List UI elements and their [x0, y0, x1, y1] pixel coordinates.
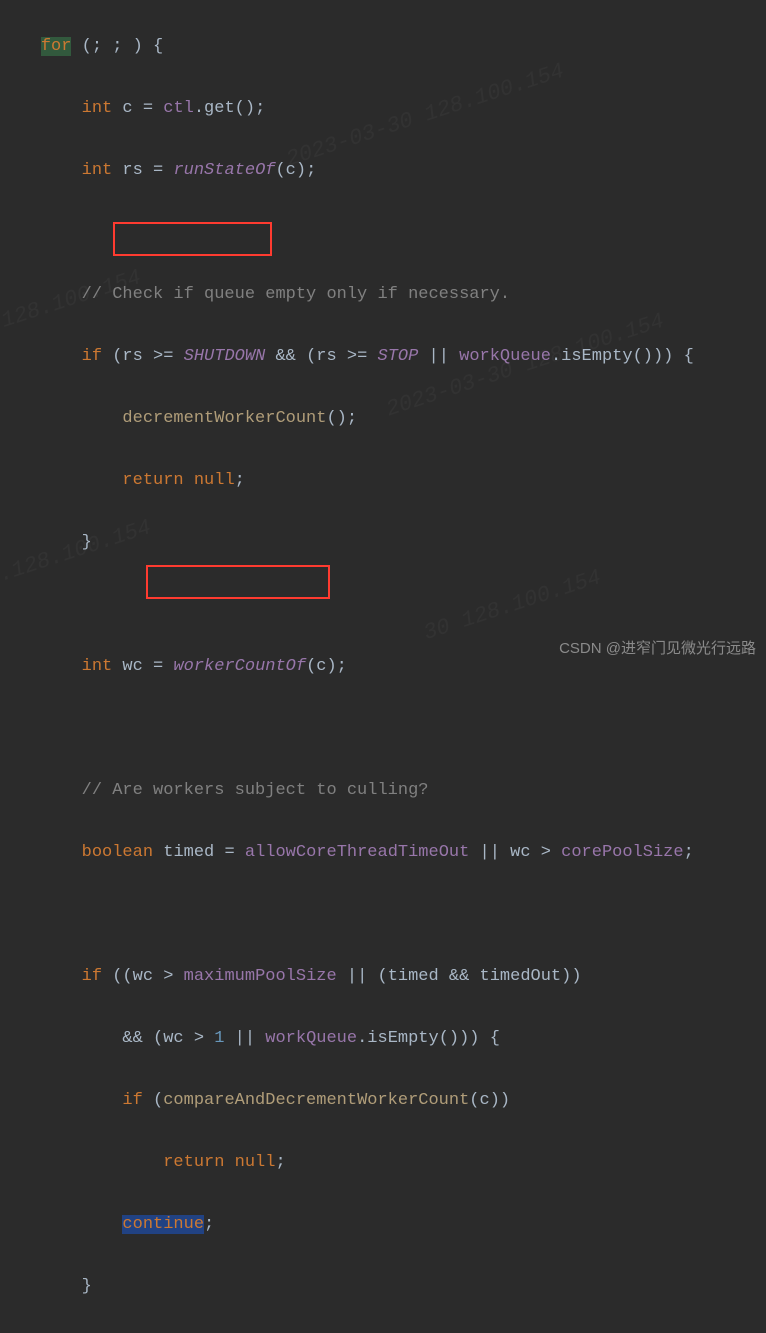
for-keyword: for — [41, 37, 72, 56]
code-line: if (compareAndDecrementWorkerCount(c)) — [0, 1085, 766, 1116]
code-line: int c = ctl.get(); — [0, 93, 766, 124]
code-editor[interactable]: for (; ; ) { int c = ctl.get(); int rs =… — [0, 0, 766, 1333]
code-line: decrementWorkerCount(); — [0, 403, 766, 434]
code-line: // Are workers subject to culling? — [0, 775, 766, 806]
comment: // Check if queue empty only if necessar… — [0, 285, 510, 304]
code-line — [0, 589, 766, 620]
code-line: } — [0, 1271, 766, 1302]
code-line: for (; ; ) { — [0, 31, 766, 62]
code-line: && (wc > 1 || workQueue.isEmpty())) { — [0, 1023, 766, 1054]
code-line: if ((wc > maximumPoolSize || (timed && t… — [0, 961, 766, 992]
code-line — [0, 217, 766, 248]
code-line: if (rs >= SHUTDOWN && (rs >= STOP || wor… — [0, 341, 766, 372]
code-line: } — [0, 527, 766, 558]
code-line: boolean timed = allowCoreThreadTimeOut |… — [0, 837, 766, 868]
continue-keyword: continue — [122, 1215, 204, 1234]
code-line: // Check if queue empty only if necessar… — [0, 279, 766, 310]
code-line — [0, 713, 766, 744]
code-line: return null; — [0, 465, 766, 496]
code-line: continue; — [0, 1209, 766, 1240]
csdn-attribution: CSDN @进窄门见微光行远路 — [559, 633, 756, 664]
code-line — [0, 899, 766, 930]
code-line: int rs = runStateOf(c); — [0, 155, 766, 186]
comment: // Are workers subject to culling? — [0, 781, 428, 800]
code-line: return null; — [0, 1147, 766, 1178]
